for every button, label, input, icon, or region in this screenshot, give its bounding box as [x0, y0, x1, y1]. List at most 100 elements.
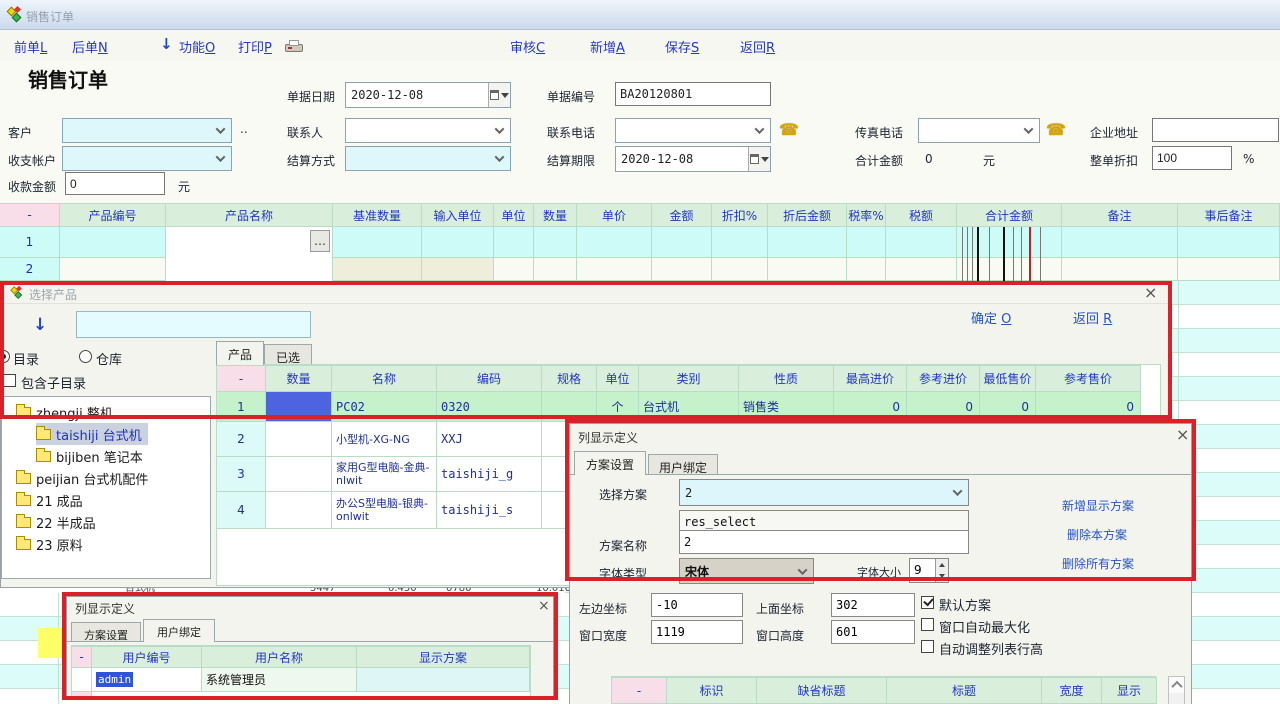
qty-cell-selected[interactable] — [266, 392, 332, 422]
grid-header-cell[interactable]: 产品编号 — [60, 203, 166, 227]
auto-maximize-checkbox[interactable] — [921, 618, 934, 631]
display-scheme-cell[interactable] — [357, 668, 530, 692]
unit-cell[interactable] — [494, 258, 534, 281]
account-select[interactable] — [62, 146, 232, 171]
discounted-amount-cell[interactable] — [768, 227, 847, 258]
discount-field[interactable] — [1152, 146, 1232, 170]
nature-cell[interactable]: 销售类 — [739, 392, 834, 422]
grid-header-cell[interactable]: 折扣% — [712, 203, 768, 227]
base-qty-cell[interactable] — [333, 227, 422, 258]
price-cell[interactable] — [577, 227, 652, 258]
grid-header-cell[interactable]: 用户名称 — [202, 646, 357, 668]
grid-header-cell[interactable]: 显示方案 — [357, 646, 530, 668]
grid-header-cell[interactable]: 性质 — [739, 365, 834, 392]
auto-row-height-checkbox[interactable] — [921, 640, 934, 653]
tree-node-21[interactable]: 21 成品 — [16, 489, 83, 511]
warehouse-radio[interactable] — [79, 350, 92, 363]
calendar-dropdown-button[interactable] — [748, 147, 770, 171]
customer-more-button[interactable]: .. — [240, 122, 248, 136]
catalog-radio-label[interactable]: 目录 — [13, 349, 39, 368]
tax-cell[interactable] — [886, 227, 957, 258]
amount-cell[interactable] — [652, 227, 712, 258]
calendar-dropdown-button[interactable] — [488, 83, 510, 107]
product-search-input[interactable] — [76, 311, 311, 338]
user-name-cell[interactable]: 系统管理员 — [202, 668, 357, 692]
auto-maximize-label[interactable]: 窗口自动最大化 — [939, 617, 1030, 636]
qty-cell[interactable] — [266, 422, 332, 457]
product-lookup-button[interactable]: … — [310, 230, 330, 252]
tree-node-22[interactable]: 22 半成品 — [16, 511, 96, 533]
grid-header-cell[interactable]: - — [612, 677, 667, 704]
spinner-buttons[interactable] — [935, 559, 948, 582]
tax-cell[interactable] — [886, 258, 957, 281]
close-icon[interactable]: × — [1176, 428, 1189, 442]
printer-icon[interactable] — [285, 40, 303, 54]
grid-header-cell[interactable]: 宽度 — [1042, 677, 1102, 704]
remark-cell[interactable] — [1062, 227, 1178, 258]
post-remark-cell[interactable] — [1178, 258, 1280, 281]
price-cell[interactable] — [577, 258, 652, 281]
scroll-up-button[interactable] — [1169, 677, 1184, 693]
qty-cell[interactable] — [534, 258, 577, 281]
tree-node-23[interactable]: 23 原料 — [16, 533, 83, 555]
remark-cell[interactable] — [1062, 258, 1178, 281]
search-down-arrow-icon[interactable]: ↓ — [33, 315, 47, 335]
win-height-field[interactable]: 601 — [831, 620, 915, 644]
grid-header-cell[interactable]: 单位 — [494, 203, 534, 227]
tab-user-bind[interactable]: 用户绑定 — [648, 454, 718, 475]
grid-header-cell[interactable]: 产品名称 — [166, 203, 333, 227]
name-cell[interactable]: PC02 — [332, 392, 437, 422]
prev-doc-button[interactable]: 前单L — [14, 37, 47, 56]
name-cell[interactable]: 家用G型电脑-金典-nlwit — [332, 457, 437, 492]
grid-header-cell[interactable]: 参考售价 — [1036, 365, 1141, 392]
tree-node-taishiji[interactable]: taishiji 台式机 — [36, 423, 148, 445]
row-number-cell[interactable]: 2 — [217, 422, 266, 457]
down-arrow-icon[interactable]: ↓ — [160, 35, 173, 53]
grid-header-cell[interactable]: 规格 — [542, 365, 597, 392]
qty-cell[interactable] — [266, 457, 332, 492]
default-scheme-checkbox[interactable] — [921, 596, 934, 609]
font-type-combo[interactable]: 宋体 — [679, 558, 814, 584]
base-qty-cell[interactable] — [333, 258, 422, 281]
ref-buy-cell[interactable]: 0 — [907, 392, 980, 422]
code-cell[interactable]: taishiji_g — [437, 457, 542, 492]
customer-select[interactable] — [62, 118, 232, 143]
top-pos-field[interactable]: 302 — [831, 593, 915, 617]
left-pos-field[interactable]: -10 — [651, 593, 743, 617]
category-cell[interactable]: 台式机 — [639, 392, 739, 422]
grid-header-cell[interactable]: 名称 — [332, 365, 437, 392]
tab-product[interactable]: 产品 — [216, 341, 264, 365]
contact-select[interactable] — [345, 118, 511, 143]
grid-header-cell[interactable]: 标识 — [667, 677, 757, 704]
phone-icon[interactable]: ☎ — [779, 120, 799, 139]
grid-header-cell[interactable]: 输入单位 — [422, 203, 494, 227]
doc-date-picker[interactable]: 2020-12-08 — [345, 82, 511, 108]
name-cell[interactable]: 小型机-XG-NG — [332, 422, 437, 457]
tree-node-bijiben[interactable]: bijiben 笔记本 — [36, 445, 143, 467]
phone-select[interactable] — [615, 118, 771, 143]
fax-phone-icon[interactable]: ☎ — [1046, 120, 1066, 139]
tax-rate-cell[interactable] — [847, 258, 886, 281]
audit-button[interactable]: 审核C — [510, 37, 545, 56]
function-menu-button[interactable]: 功能O — [179, 37, 215, 56]
print-button[interactable]: 打印P — [238, 37, 272, 56]
grid-header-cell[interactable]: - — [72, 646, 92, 668]
tab-scheme-settings[interactable]: 方案设置 — [574, 451, 646, 475]
product-code-cell[interactable] — [60, 258, 166, 281]
grid-header-cell[interactable]: 合计金额 — [957, 203, 1062, 227]
discounted-amount-cell[interactable] — [768, 258, 847, 281]
delete-scheme-link[interactable]: 删除本方案 — [1067, 526, 1127, 543]
grid-header-cell[interactable]: 最高进价 — [834, 365, 907, 392]
row-number-cell[interactable]: 3 — [217, 457, 266, 492]
product-name-cell[interactable]: … — [166, 227, 333, 282]
row-number-cell[interactable]: 4 — [217, 492, 266, 529]
address-field[interactable] — [1152, 118, 1279, 142]
grid-header-cell[interactable]: 基准数量 — [333, 203, 422, 227]
code-cell[interactable]: 0320 — [437, 392, 542, 422]
tree-node-zhengji[interactable]: zhengji 整机 — [16, 401, 113, 423]
grid-header-cell[interactable]: 显示 — [1102, 677, 1157, 704]
confirm-link[interactable]: 确定 O — [971, 308, 1011, 327]
doc-no-field[interactable] — [615, 82, 771, 106]
grid-header-cell[interactable]: 单价 — [577, 203, 652, 227]
auto-row-height-label[interactable]: 自动调整列表行高 — [939, 639, 1043, 658]
